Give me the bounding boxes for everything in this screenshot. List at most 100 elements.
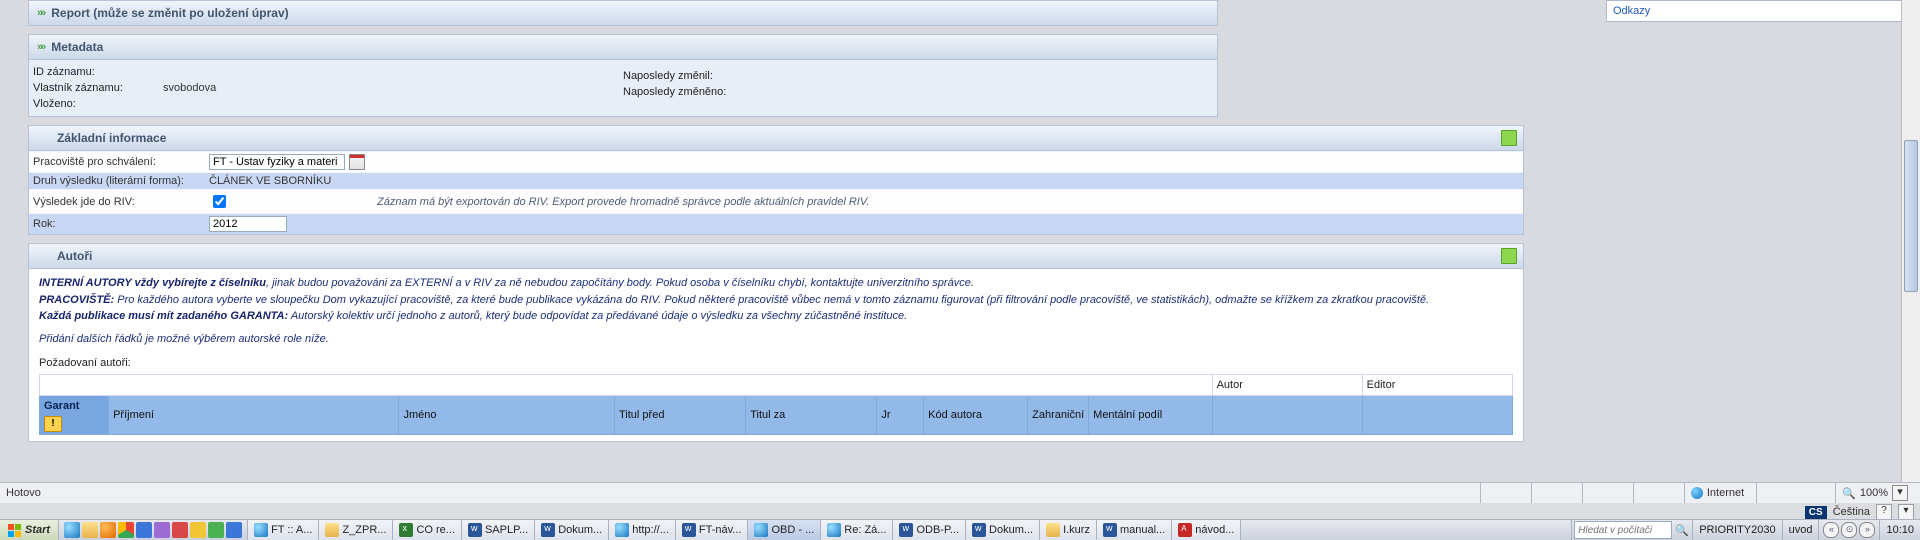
panel-authors-header[interactable]: Autoři [28,243,1524,269]
taskbar-text-1[interactable]: PRIORITY2030 [1692,520,1781,540]
taskbar-task[interactable]: CO re... [393,520,462,540]
col-garant[interactable]: Garant ! [40,396,109,435]
col-zahr[interactable]: Zahraniční [1028,396,1089,435]
taskbar-task[interactable]: OBD - ... [748,520,821,540]
meta-lastat-label: Naposledy změněno: [623,86,803,98]
expand-icon: »» [37,7,43,19]
taskbar-task[interactable]: Dokum... [966,520,1040,540]
basic-riv-note: Záznam má být exportován do RIV. Export … [377,196,869,208]
task-app-icon [615,523,629,537]
link-odkazy[interactable]: Odkazy [1613,5,1650,17]
col-titul-pred[interactable]: Titul před [615,396,746,435]
ql-explorer-icon[interactable] [82,522,98,538]
lang-help-icon[interactable]: ? [1876,504,1892,520]
tray-expand[interactable]: « ⊙ » [1818,520,1879,540]
ql-chrome-icon[interactable] [118,522,134,538]
ql-app-icon[interactable] [226,522,242,538]
basic-riv-label: Výsledek jde do RIV: [29,194,205,210]
windows-logo-icon [8,524,21,537]
taskbar: Start FT :: A...Z_ZPR...CO re...SAPLP...… [0,519,1920,540]
panel-metadata: »» Metadata ID záznamu: Vlastník záznamu… [28,34,1218,117]
task-app-icon [468,523,482,537]
task-app-icon [1046,523,1060,537]
panel-metadata-title: Metadata [45,40,103,54]
basic-riv-checkbox[interactable] [213,195,226,208]
search-icon[interactable]: 🔍 [1674,522,1690,538]
taskbar-task[interactable]: manual... [1097,520,1172,540]
ql-app-icon[interactable] [172,522,188,538]
lang-code[interactable]: CS [1805,506,1827,519]
taskbar-search-input[interactable] [1574,521,1672,539]
col-prijmeni[interactable]: Příjmení [109,396,399,435]
col-kod[interactable]: Kód autora [924,396,1028,435]
col-mental[interactable]: Mentální podíl [1089,396,1212,435]
task-app-icon [972,523,986,537]
taskbar-task[interactable]: Dokum... [535,520,609,540]
authors-table: Autor Editor Garant ! Příjmení Jméno Tit… [39,374,1513,435]
lang-options-icon[interactable]: ▾ [1898,504,1914,520]
taskbar-task[interactable]: ODB-P... [893,520,966,540]
zoom-dropdown[interactable]: ▾ [1892,485,1908,501]
panel-report-title: Report (může se změnit po uložení úprav) [45,6,288,20]
taskbar-task[interactable]: FT-náv... [676,520,749,540]
taskbar-text-2[interactable]: uvod [1782,520,1819,540]
taskbar-task[interactable]: návod... [1172,520,1241,540]
task-app-icon [899,523,913,537]
task-label: Re: Zá... [844,524,886,536]
chevron-left-icon: « [1823,522,1839,538]
task-app-icon [254,523,268,537]
meta-inserted-label: Vloženo: [33,98,163,110]
panel-metadata-header[interactable]: »» Metadata [28,34,1218,60]
ql-ie-icon[interactable] [64,522,80,538]
panel-metadata-body: ID záznamu: Vlastník záznamu:svobodova V… [28,60,1218,117]
taskbar-task[interactable]: SAPLP... [462,520,535,540]
panel-report-header[interactable]: »» Report (může se změnit po uložení úpr… [28,0,1218,26]
panel-authors: Autoři INTERNÍ AUTORY vždy vybírejte z č… [28,243,1524,442]
taskbar-task[interactable]: Z_ZPR... [319,520,393,540]
ql-firefox-icon[interactable] [100,522,116,538]
col-titul-za[interactable]: Titul za [746,396,877,435]
taskbar-task[interactable]: Re: Zá... [821,520,893,540]
scrollbar-thumb[interactable] [1904,140,1918,292]
ql-app-icon[interactable] [154,522,170,538]
chevron-tray-icon: ⊙ [1841,522,1857,538]
picker-icon[interactable] [349,154,365,170]
col-editor-empty [1362,396,1512,435]
taskbar-search: 🔍 [1571,520,1692,540]
pin-icon[interactable] [1501,248,1517,264]
taskbar-task[interactable]: I.kurz [1040,520,1097,540]
pin-icon[interactable] [1501,130,1517,146]
panel-authors-title: Autoři [37,249,92,263]
panel-basic-header[interactable]: Základní informace [28,125,1524,151]
taskbar-tasks: FT :: A...Z_ZPR...CO re...SAPLP...Dokum.… [248,520,1571,540]
taskbar-clock[interactable]: 10:10 [1879,520,1920,540]
panel-basic-title: Základní informace [37,131,166,145]
taskbar-task[interactable]: http://... [609,520,676,540]
basic-year-input[interactable] [209,216,287,232]
meta-lastby-label: Naposledy změnil: [623,70,803,82]
vertical-scrollbar[interactable] [1901,0,1920,520]
panel-report: »» Report (může se změnit po uložení úpr… [28,0,1218,26]
task-label: Dokum... [989,524,1033,536]
task-label: OBD - ... [771,524,814,536]
basic-form-label: Druh výsledku (literární forma): [29,173,205,189]
task-label: FT-náv... [699,524,742,536]
task-app-icon [682,523,696,537]
browser-status-bar: Hotovo Internet 🔍 100% ▾ [0,482,1920,503]
task-app-icon [754,523,768,537]
start-button[interactable]: Start [0,520,59,540]
ql-app-icon[interactable] [136,522,152,538]
col-jmeno[interactable]: Jméno [399,396,615,435]
ql-app-icon[interactable] [208,522,224,538]
warning-icon: ! [44,416,62,432]
basic-workplace-input[interactable] [209,154,345,170]
ql-app-icon[interactable] [190,522,206,538]
status-zoom: 🔍 100% ▾ [1835,483,1914,503]
taskbar-task[interactable]: FT :: A... [248,520,319,540]
col-jr[interactable]: Jr [877,396,924,435]
task-label: návod... [1195,524,1234,536]
meta-id-label: ID záznamu: [33,66,163,78]
chevron-right-icon: » [1859,522,1875,538]
sup-editor: Editor [1362,374,1512,396]
quick-launch [59,520,248,540]
